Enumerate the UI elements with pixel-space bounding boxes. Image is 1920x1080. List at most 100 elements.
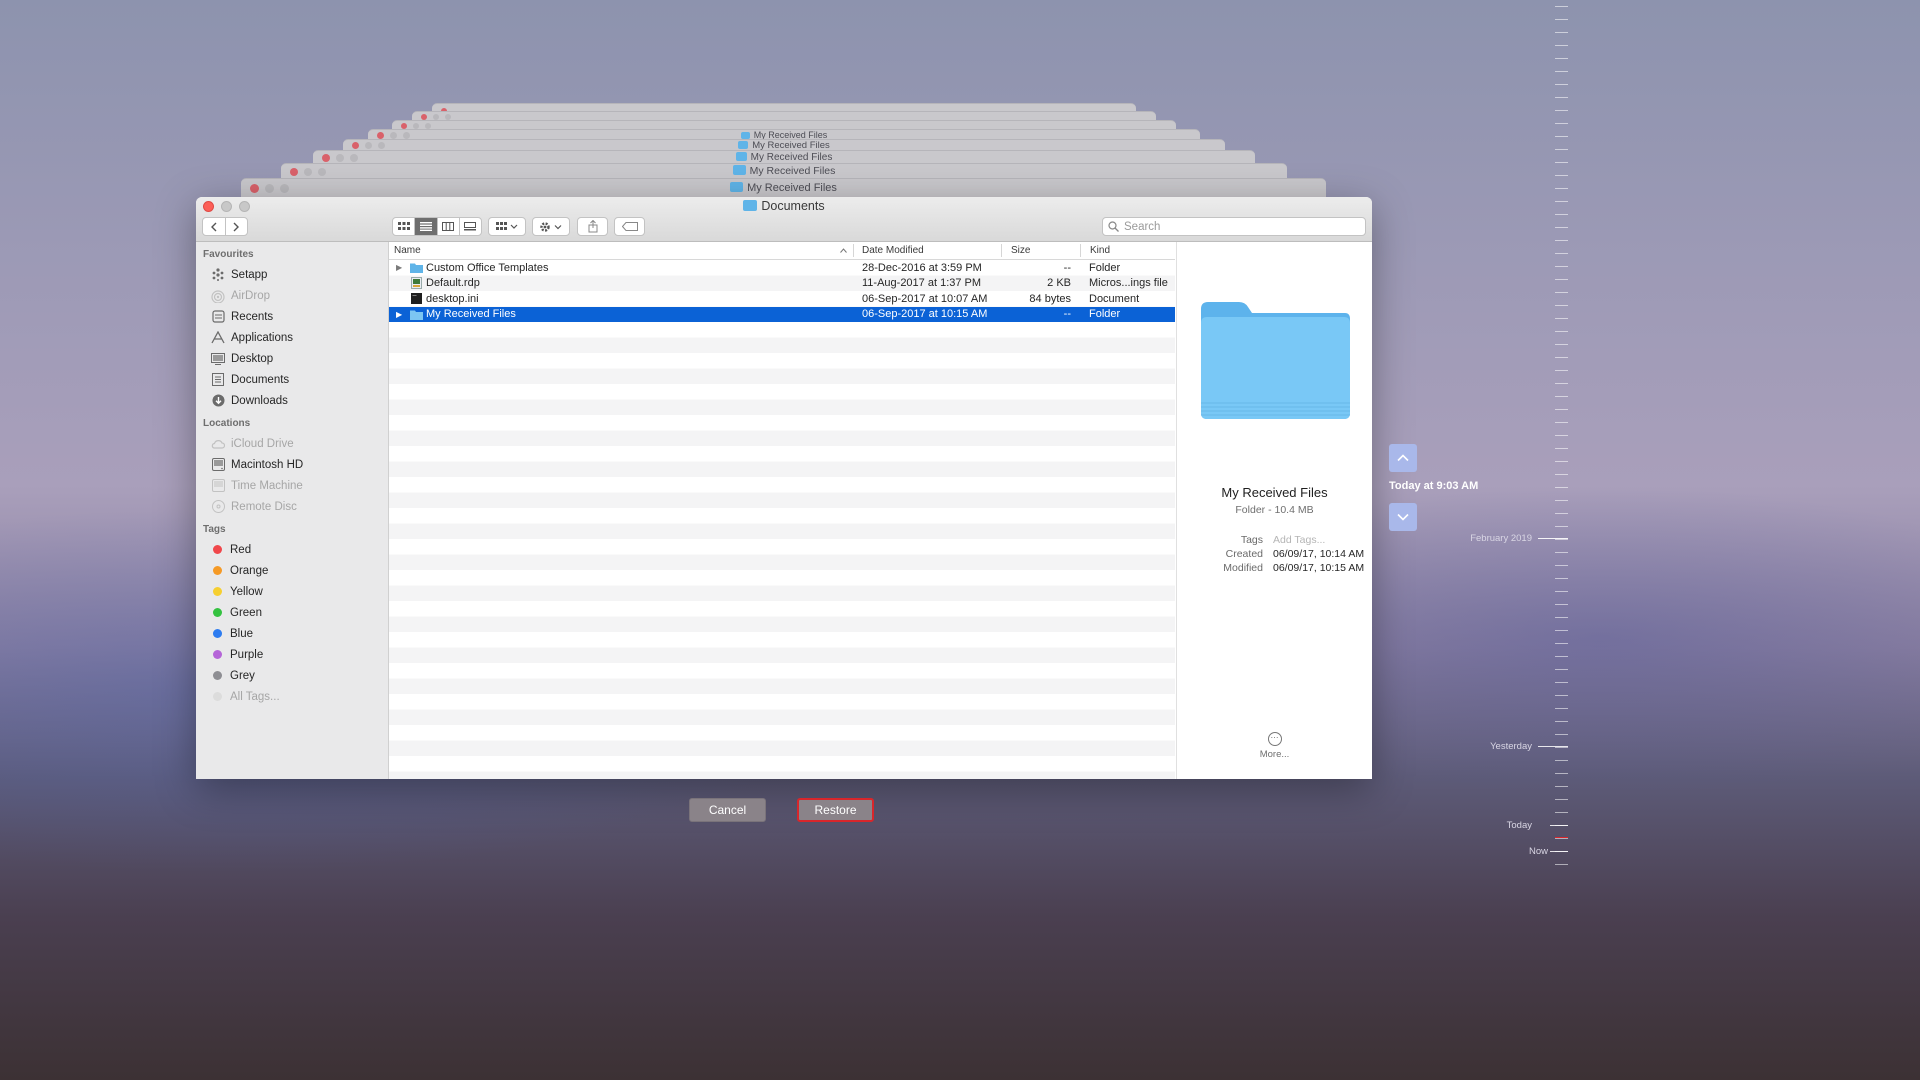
timeline-tick[interactable] <box>1555 617 1568 618</box>
older-snapshot-button[interactable] <box>1389 503 1417 531</box>
timeline-tick[interactable] <box>1555 162 1568 163</box>
timeline-tick[interactable] <box>1555 682 1568 683</box>
timeline-tick[interactable] <box>1555 201 1568 202</box>
timeline-tick[interactable] <box>1555 71 1568 72</box>
column-header-kind[interactable]: Kind <box>1090 245 1110 256</box>
forward-button[interactable] <box>226 218 248 235</box>
timeline-tick[interactable] <box>1555 695 1568 696</box>
column-header-size[interactable]: Size <box>1011 245 1030 256</box>
timeline-tick[interactable] <box>1555 32 1568 33</box>
timeline-tick[interactable] <box>1555 643 1568 644</box>
timeline-tick[interactable] <box>1555 45 1568 46</box>
disclosure-triangle-icon[interactable]: ▶ <box>396 310 402 319</box>
share-button[interactable] <box>577 217 608 236</box>
timeline-tick[interactable] <box>1555 864 1568 865</box>
add-tags-field[interactable]: Add Tags... <box>1273 534 1325 546</box>
action-button[interactable] <box>532 217 570 236</box>
sidebar-item-recents[interactable]: Recents <box>196 306 388 327</box>
timeline-tick[interactable] <box>1555 396 1568 397</box>
more-button[interactable]: ··· More... <box>1177 732 1372 760</box>
sidebar-item-downloads[interactable]: Downloads <box>196 390 388 411</box>
sidebar-item-macintosh-hd[interactable]: Macintosh HD <box>196 454 388 475</box>
timeline-tick[interactable] <box>1555 136 1568 137</box>
table-row[interactable]: Default.rdp 11-Aug-2017 at 1:37 PM 2 KB … <box>389 276 1175 292</box>
back-button[interactable] <box>203 218 226 235</box>
sidebar-tag-purple[interactable]: Purple <box>196 644 388 665</box>
table-row[interactable]: ▶ Custom Office Templates 28-Dec-2016 at… <box>389 260 1175 276</box>
sidebar-tag-red[interactable]: Red <box>196 539 388 560</box>
timeline-tick[interactable] <box>1555 84 1568 85</box>
timeline-tick[interactable] <box>1555 630 1568 631</box>
timeline-tick[interactable] <box>1555 305 1568 306</box>
sidebar-item-airdrop[interactable]: AirDrop <box>196 285 388 306</box>
timeline-tick[interactable] <box>1555 383 1568 384</box>
timeline-tick[interactable] <box>1555 487 1568 488</box>
timeline-tick[interactable] <box>1555 539 1568 540</box>
disclosure-triangle-icon[interactable]: ▶ <box>396 263 402 272</box>
timeline-tick[interactable] <box>1555 656 1568 657</box>
timeline-tick[interactable] <box>1555 461 1568 462</box>
sidebar-item-desktop[interactable]: Desktop <box>196 348 388 369</box>
timeline-marker[interactable] <box>1550 851 1568 852</box>
timeline-tick[interactable] <box>1555 812 1568 813</box>
sidebar-item-time-machine[interactable]: Time Machine <box>196 475 388 496</box>
timeline-tick[interactable] <box>1555 123 1568 124</box>
list-view-button[interactable] <box>415 218 438 235</box>
timeline-tick[interactable] <box>1555 188 1568 189</box>
timeline-tick[interactable] <box>1555 149 1568 150</box>
timeline-tick[interactable] <box>1555 292 1568 293</box>
timeline-tick[interactable] <box>1555 58 1568 59</box>
timeline-label-now[interactable]: Now <box>1450 846 1548 857</box>
timeline-tick[interactable] <box>1555 435 1568 436</box>
timeline-tick[interactable] <box>1555 721 1568 722</box>
timeline-tick[interactable] <box>1555 279 1568 280</box>
timeline-tick[interactable] <box>1555 552 1568 553</box>
timeline-tick[interactable] <box>1555 474 1568 475</box>
search-field[interactable]: Search <box>1102 217 1366 236</box>
backup-window[interactable]: My Received Files <box>241 178 1326 199</box>
timeline-tick[interactable] <box>1555 19 1568 20</box>
sidebar-item-icloud-drive[interactable]: iCloud Drive <box>196 433 388 454</box>
column-header-name[interactable]: Name <box>394 245 421 256</box>
timeline-tick[interactable] <box>1555 227 1568 228</box>
newer-snapshot-button[interactable] <box>1389 444 1417 472</box>
sidebar-tag-yellow[interactable]: Yellow <box>196 581 388 602</box>
timeline-tick[interactable] <box>1555 448 1568 449</box>
timeline-tick[interactable] <box>1555 838 1568 839</box>
timeline-tick[interactable] <box>1555 331 1568 332</box>
timeline-marker[interactable] <box>1538 538 1568 539</box>
timeline-tick[interactable] <box>1555 422 1568 423</box>
sidebar-item-applications[interactable]: Applications <box>196 327 388 348</box>
restore-button[interactable]: Restore <box>797 798 874 822</box>
timeline-marker[interactable] <box>1538 746 1568 747</box>
timeline-tick[interactable] <box>1555 591 1568 592</box>
sidebar-tag-green[interactable]: Green <box>196 602 388 623</box>
timeline-tick[interactable] <box>1555 409 1568 410</box>
timeline-label-today[interactable]: Today <box>1450 820 1532 831</box>
cancel-button[interactable]: Cancel <box>689 798 766 822</box>
timeline-tick[interactable] <box>1555 175 1568 176</box>
timeline[interactable] <box>1538 0 1568 1080</box>
table-row[interactable]: desktop.ini 06-Sep-2017 at 10:07 AM 84 b… <box>389 291 1175 307</box>
timeline-tick[interactable] <box>1555 565 1568 566</box>
timeline-tick[interactable] <box>1555 344 1568 345</box>
sidebar-tag-grey[interactable]: Grey <box>196 665 388 686</box>
timeline-tick[interactable] <box>1555 97 1568 98</box>
edit-tags-button[interactable] <box>614 217 645 236</box>
timeline-tick[interactable] <box>1555 747 1568 748</box>
timeline-tick[interactable] <box>1555 526 1568 527</box>
timeline-tick[interactable] <box>1555 214 1568 215</box>
timeline-tick[interactable] <box>1555 357 1568 358</box>
table-row-selected[interactable]: ▶ My Received Files 06-Sep-2017 at 10:15… <box>389 306 1175 322</box>
timeline-tick[interactable] <box>1555 513 1568 514</box>
timeline-tick[interactable] <box>1555 318 1568 319</box>
timeline-label-yesterday[interactable]: Yesterday <box>1450 741 1532 752</box>
sidebar-tag-blue[interactable]: Blue <box>196 623 388 644</box>
timeline-tick[interactable] <box>1555 708 1568 709</box>
icon-view-button[interactable] <box>393 218 416 235</box>
timeline-tick[interactable] <box>1555 500 1568 501</box>
timeline-tick[interactable] <box>1555 6 1568 7</box>
sidebar-item-documents[interactable]: Documents <box>196 369 388 390</box>
column-view-button[interactable] <box>438 218 460 235</box>
sidebar-item-setapp[interactable]: Setapp <box>196 264 388 285</box>
